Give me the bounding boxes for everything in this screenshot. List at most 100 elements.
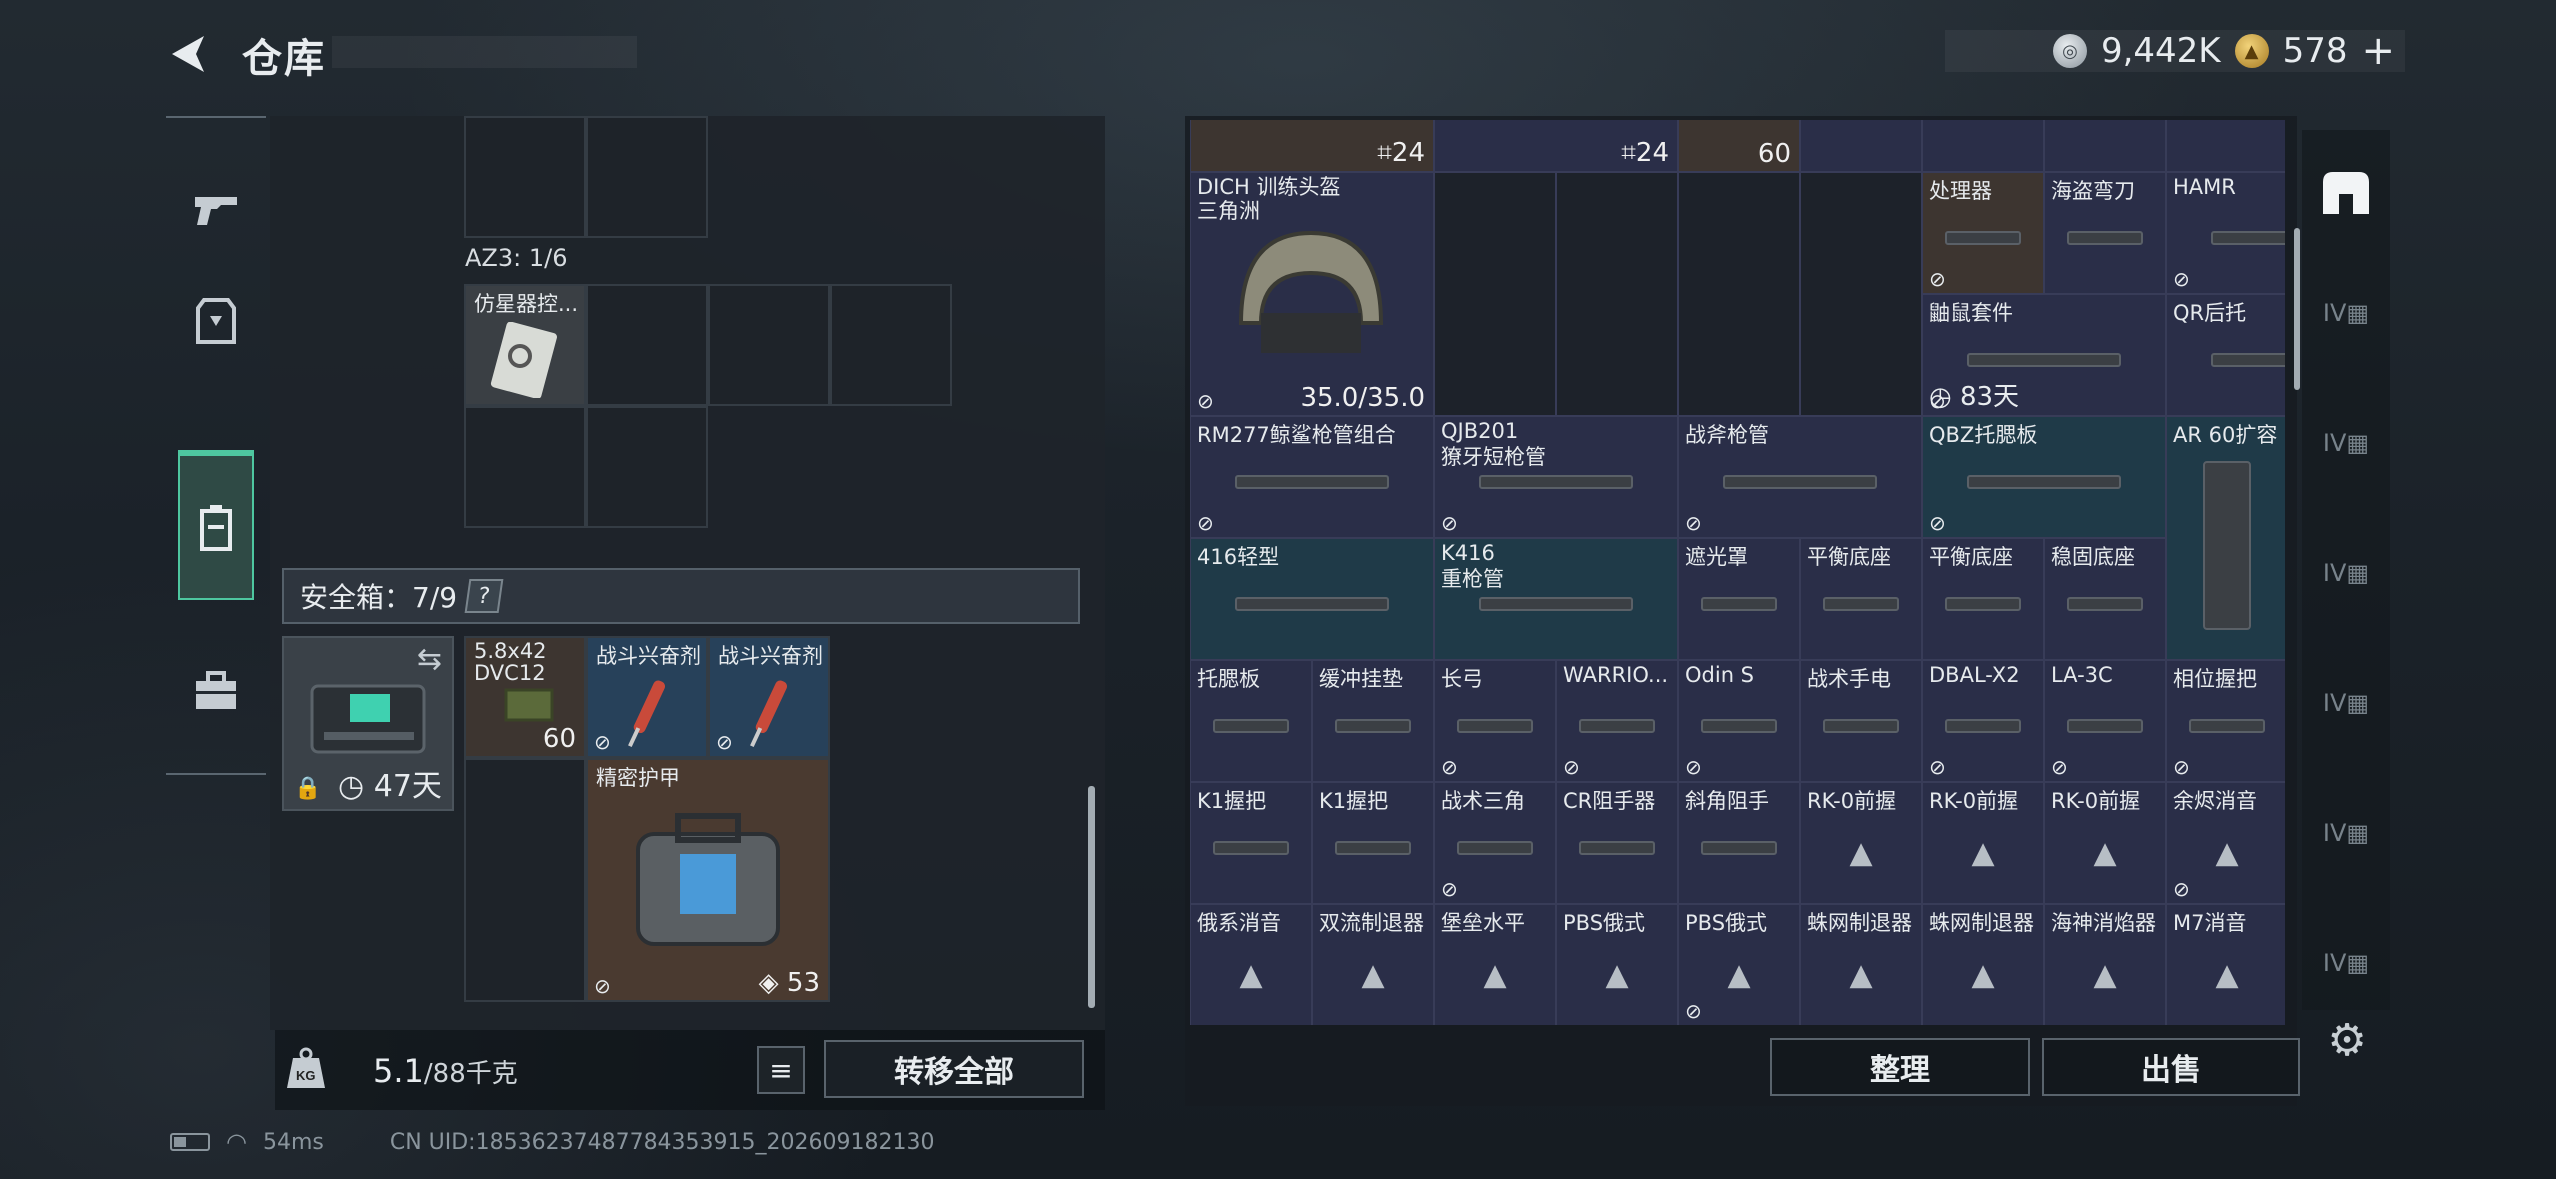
grid-slot[interactable] bbox=[586, 284, 708, 406]
partial-item[interactable]: ⌗24 bbox=[1190, 120, 1434, 172]
grid-slot[interactable] bbox=[1800, 172, 1922, 416]
grid-slot[interactable] bbox=[464, 406, 586, 528]
grid-slot[interactable] bbox=[586, 116, 708, 238]
storage-item[interactable]: RK-0前握 ▲ bbox=[1800, 782, 1922, 904]
storage-item[interactable]: QJB201 獠牙短枪管 ⊘ bbox=[1434, 416, 1678, 538]
item-graphic bbox=[1822, 718, 1900, 733]
storage-item[interactable]: 平衡底座 bbox=[1922, 538, 2044, 660]
item-label: DBAL-X2 bbox=[1929, 663, 2020, 687]
currency-bar: ◎ 9,442K ▲ 578 + bbox=[1945, 28, 2405, 74]
storage-tab-2-icon[interactable]: IV▦ bbox=[2312, 410, 2380, 476]
storage-item[interactable]: AR 60扩容 bbox=[2166, 416, 2285, 660]
storage-item[interactable]: 缓冲挂垫 bbox=[1312, 660, 1434, 782]
storage-item[interactable]: 战术三角 ⊘ bbox=[1434, 782, 1556, 904]
storage-item[interactable]: K1握把 bbox=[1190, 782, 1312, 904]
storage-item[interactable]: LA-3C ⊘ bbox=[2044, 660, 2166, 782]
settings-gear-icon[interactable]: ⚙ bbox=[2322, 1015, 2372, 1066]
partial-item[interactable] bbox=[1922, 120, 2044, 172]
sell-button[interactable]: 出售 bbox=[2042, 1038, 2300, 1096]
title-decoration bbox=[332, 36, 637, 68]
item-count: ⌗24 bbox=[1377, 138, 1425, 168]
storage-all-icon[interactable] bbox=[2312, 160, 2380, 226]
storage-tab-4-icon[interactable]: IV▦ bbox=[2312, 670, 2380, 736]
storage-item[interactable]: Odin S ⊘ bbox=[1678, 660, 1800, 782]
storage-item[interactable]: 战术手电 bbox=[1800, 660, 1922, 782]
storage-item[interactable]: K416 重枪管 bbox=[1434, 538, 1678, 660]
storage-item[interactable]: 双流制退器 ▲ bbox=[1312, 904, 1434, 1025]
storage-item[interactable]: 托腮板 bbox=[1190, 660, 1312, 782]
armor-tab-icon[interactable] bbox=[178, 266, 254, 376]
partial-item[interactable]: 60 bbox=[1678, 120, 1800, 172]
storage-item[interactable]: 遮光罩 bbox=[1678, 538, 1800, 660]
storage-item[interactable]: 俄系消音 ▲ bbox=[1190, 904, 1312, 1025]
storage-tab-5-icon[interactable]: IV▦ bbox=[2312, 800, 2380, 866]
list-view-button[interactable]: ≡ bbox=[757, 1046, 805, 1094]
storage-item[interactable]: HAMR ⊘ bbox=[2166, 172, 2285, 294]
storage-item[interactable]: RM277鲸鲨枪管组合 ⊘ bbox=[1190, 416, 1434, 538]
partial-item[interactable] bbox=[1800, 120, 1922, 172]
partial-item[interactable]: ⌗24 bbox=[1434, 120, 1678, 172]
storage-item[interactable]: CR阻手器 bbox=[1556, 782, 1678, 904]
storage-item[interactable]: K1握把 bbox=[1312, 782, 1434, 904]
add-currency-button[interactable]: + bbox=[2361, 28, 2395, 74]
transfer-all-button[interactable]: 转移全部 bbox=[824, 1040, 1084, 1098]
partial-item[interactable] bbox=[2044, 120, 2166, 172]
right-scrollbar[interactable] bbox=[2294, 228, 2300, 390]
stim-item[interactable]: 战斗兴奋剂 ⊘ bbox=[708, 636, 830, 758]
storage-item[interactable]: 蛛网制退器 ▲ bbox=[1922, 904, 2044, 1025]
storage-item[interactable]: PBS俄式 ▲ ⊘ bbox=[1678, 904, 1800, 1025]
toolbox-tab-icon[interactable] bbox=[178, 636, 254, 746]
grid-slot[interactable] bbox=[1434, 172, 1556, 416]
storage-item[interactable]: 战斧枪管 ⊘ bbox=[1678, 416, 1922, 538]
storage-item[interactable]: 鼬鼠套件 ⊘ ◷ 83天 bbox=[1922, 294, 2166, 416]
storage-item[interactable]: 416轻型 bbox=[1190, 538, 1434, 660]
grid-slot[interactable] bbox=[586, 406, 708, 528]
simulator-item[interactable]: 仿星器控... bbox=[464, 284, 586, 406]
storage-tab-6-icon[interactable]: IV▦ bbox=[2312, 930, 2380, 996]
storage-item[interactable]: 平衡底座 bbox=[1800, 538, 1922, 660]
partial-item[interactable] bbox=[2166, 120, 2285, 172]
nav-divider bbox=[166, 773, 266, 775]
weapon-tab-icon[interactable] bbox=[178, 154, 254, 264]
grid-slot[interactable] bbox=[464, 758, 586, 1002]
storage-item[interactable]: 海盗弯刀 bbox=[2044, 172, 2166, 294]
storage-item[interactable]: PBS俄式 ▲ bbox=[1556, 904, 1678, 1025]
grid-slot[interactable] bbox=[464, 116, 586, 238]
grid-slot[interactable] bbox=[1556, 172, 1678, 416]
storage-item[interactable]: 长弓 ⊘ bbox=[1434, 660, 1556, 782]
storage-item[interactable]: QR后托 bbox=[2166, 294, 2285, 416]
storage-tab-3-icon[interactable]: IV▦ bbox=[2312, 540, 2380, 606]
safe-box-item[interactable]: ⇆ 🔒 ◷ 47天 bbox=[282, 636, 454, 811]
storage-item[interactable]: 蛛网制退器 ▲ bbox=[1800, 904, 1922, 1025]
storage-item[interactable]: 相位握把 ⊘ bbox=[2166, 660, 2285, 782]
item-graphic bbox=[1966, 474, 2122, 489]
storage-item[interactable]: 处理器 ⊘ bbox=[1922, 172, 2044, 294]
grid-slot[interactable] bbox=[708, 284, 830, 406]
item-label: LA-3C bbox=[2051, 663, 2113, 687]
storage-item[interactable]: 稳固底座 bbox=[2044, 538, 2166, 660]
item-label: CR阻手器 bbox=[1563, 789, 1656, 813]
storage-item[interactable]: DBAL-X2 ⊘ bbox=[1922, 660, 2044, 782]
stim-item[interactable]: 战斗兴奋剂 ⊘ bbox=[586, 636, 708, 758]
backpack-tab-icon[interactable] bbox=[178, 450, 254, 600]
weight-value: 5.1/88千克 bbox=[373, 1052, 518, 1090]
storage-item[interactable]: M7消音 ▲ bbox=[2166, 904, 2285, 1025]
ammo-item[interactable]: 5.8x42 DVC12 60 bbox=[464, 636, 586, 758]
grid-slot[interactable] bbox=[1678, 172, 1800, 416]
help-button[interactable]: ? bbox=[464, 579, 504, 613]
storage-item[interactable]: 堡垒水平 ▲ bbox=[1434, 904, 1556, 1025]
sort-button[interactable]: 整理 bbox=[1770, 1038, 2030, 1096]
grid-slot[interactable] bbox=[830, 284, 952, 406]
storage-item[interactable]: RK-0前握 ▲ bbox=[1922, 782, 2044, 904]
left-scrollbar[interactable] bbox=[1088, 786, 1095, 1008]
storage-item[interactable]: QBZ托腮板 ⊘ bbox=[1922, 416, 2166, 538]
storage-tab-1-icon[interactable]: IV▦ bbox=[2312, 280, 2380, 346]
back-arrow-icon[interactable] bbox=[166, 32, 210, 76]
storage-item[interactable]: 斜角阻手 bbox=[1678, 782, 1800, 904]
storage-item[interactable]: RK-0前握 ▲ bbox=[2044, 782, 2166, 904]
storage-item[interactable]: 余烬消音 ▲ ⊘ bbox=[2166, 782, 2285, 904]
helmet-item[interactable]: DICH 训练头盔 三角洲 ⊘ 35.0/35.0 bbox=[1190, 172, 1434, 416]
armor-item[interactable]: 精密护甲 ⊘ ◈ 53 bbox=[586, 758, 830, 1002]
storage-item[interactable]: WARRIO... ⊘ bbox=[1556, 660, 1678, 782]
storage-item[interactable]: 海神消焰器 ▲ bbox=[2044, 904, 2166, 1025]
